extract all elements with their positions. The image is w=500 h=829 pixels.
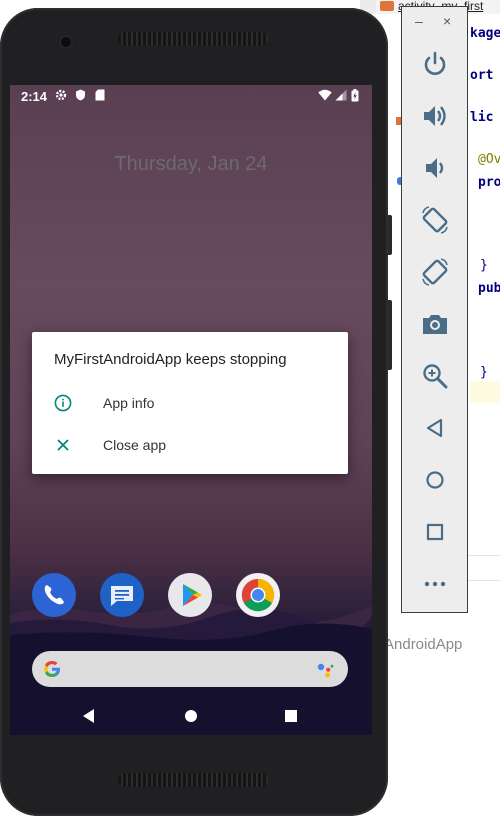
messages-app-icon[interactable] xyxy=(100,573,144,617)
ide-divider xyxy=(468,555,500,556)
phone-frame: 2:14 Thursday, Jan 24 MyFirstAndroidApp … xyxy=(0,8,388,816)
close-button[interactable]: × xyxy=(443,13,451,29)
code-line[interactable]: ort xyxy=(470,68,500,83)
google-icon xyxy=(44,661,60,677)
settings-icon xyxy=(55,89,67,101)
status-time: 2:14 xyxy=(21,89,48,104)
home-icon[interactable] xyxy=(420,465,450,495)
signal-icon xyxy=(335,89,347,101)
ide-footer-text: AndroidApp xyxy=(384,636,463,653)
navigation-bar xyxy=(10,697,372,735)
close-app-option[interactable]: Close app xyxy=(32,427,348,463)
code-line[interactable]: pro xyxy=(478,175,500,190)
zoom-icon[interactable] xyxy=(420,361,450,391)
power-icon[interactable] xyxy=(420,49,450,79)
code-line[interactable]: kage xyxy=(470,26,500,41)
ide-divider xyxy=(468,580,500,581)
phone-app-icon[interactable] xyxy=(32,573,76,617)
overview-icon[interactable] xyxy=(420,517,450,547)
battery-charging-icon xyxy=(351,89,359,102)
assistant-icon[interactable] xyxy=(315,661,335,679)
google-search-bar[interactable] xyxy=(32,651,348,687)
info-icon xyxy=(54,394,72,412)
wifi-icon xyxy=(318,89,332,101)
home-icon[interactable] xyxy=(180,705,202,727)
bottom-speaker xyxy=(118,773,268,787)
phone-screen: 2:14 Thursday, Jan 24 MyFirstAndroidApp … xyxy=(10,85,372,735)
play-store-app-icon[interactable] xyxy=(168,573,212,617)
dialog-title: MyFirstAndroidApp keeps stopping xyxy=(54,351,287,368)
rotate-right-icon[interactable] xyxy=(420,257,450,287)
volume-down-icon[interactable] xyxy=(420,153,450,183)
lockscreen-date: Thursday, Jan 24 xyxy=(114,153,268,175)
play-store-icon xyxy=(183,584,202,606)
code-line[interactable]: } xyxy=(480,365,500,380)
chrome-icon xyxy=(241,578,275,612)
chrome-app-icon[interactable] xyxy=(236,573,280,617)
messages-icon xyxy=(111,586,133,606)
emulator-toolbar: – × xyxy=(401,6,468,613)
xml-file-icon xyxy=(380,1,394,11)
front-camera xyxy=(61,37,71,47)
recents-icon[interactable] xyxy=(280,705,302,727)
code-line[interactable]: lic xyxy=(470,110,500,125)
earpiece-speaker xyxy=(118,32,268,46)
screenshot-icon[interactable] xyxy=(420,309,450,339)
back-icon[interactable] xyxy=(79,705,101,727)
app-info-label: App info xyxy=(103,395,155,411)
sd-card-icon xyxy=(95,89,105,101)
close-icon xyxy=(57,439,69,451)
rotate-left-icon[interactable] xyxy=(420,205,450,235)
code-line[interactable]: pub xyxy=(478,281,500,296)
minimize-button[interactable]: – xyxy=(415,13,423,29)
app-info-option[interactable]: App info xyxy=(32,385,348,421)
phone-icon xyxy=(44,585,64,605)
code-line[interactable]: @Ov xyxy=(478,152,500,167)
close-app-label: Close app xyxy=(103,437,167,453)
code-line[interactable]: } xyxy=(480,258,500,273)
shield-icon xyxy=(76,89,85,101)
current-line-highlight xyxy=(470,381,500,403)
more-icon[interactable] xyxy=(420,569,450,599)
back-icon[interactable] xyxy=(420,413,450,443)
app-crash-dialog: MyFirstAndroidApp keeps stopping App inf… xyxy=(32,332,348,474)
status-bar: 2:14 xyxy=(10,85,372,109)
volume-up-icon[interactable] xyxy=(420,101,450,131)
emulator-toolbar-header: – × xyxy=(402,7,469,37)
